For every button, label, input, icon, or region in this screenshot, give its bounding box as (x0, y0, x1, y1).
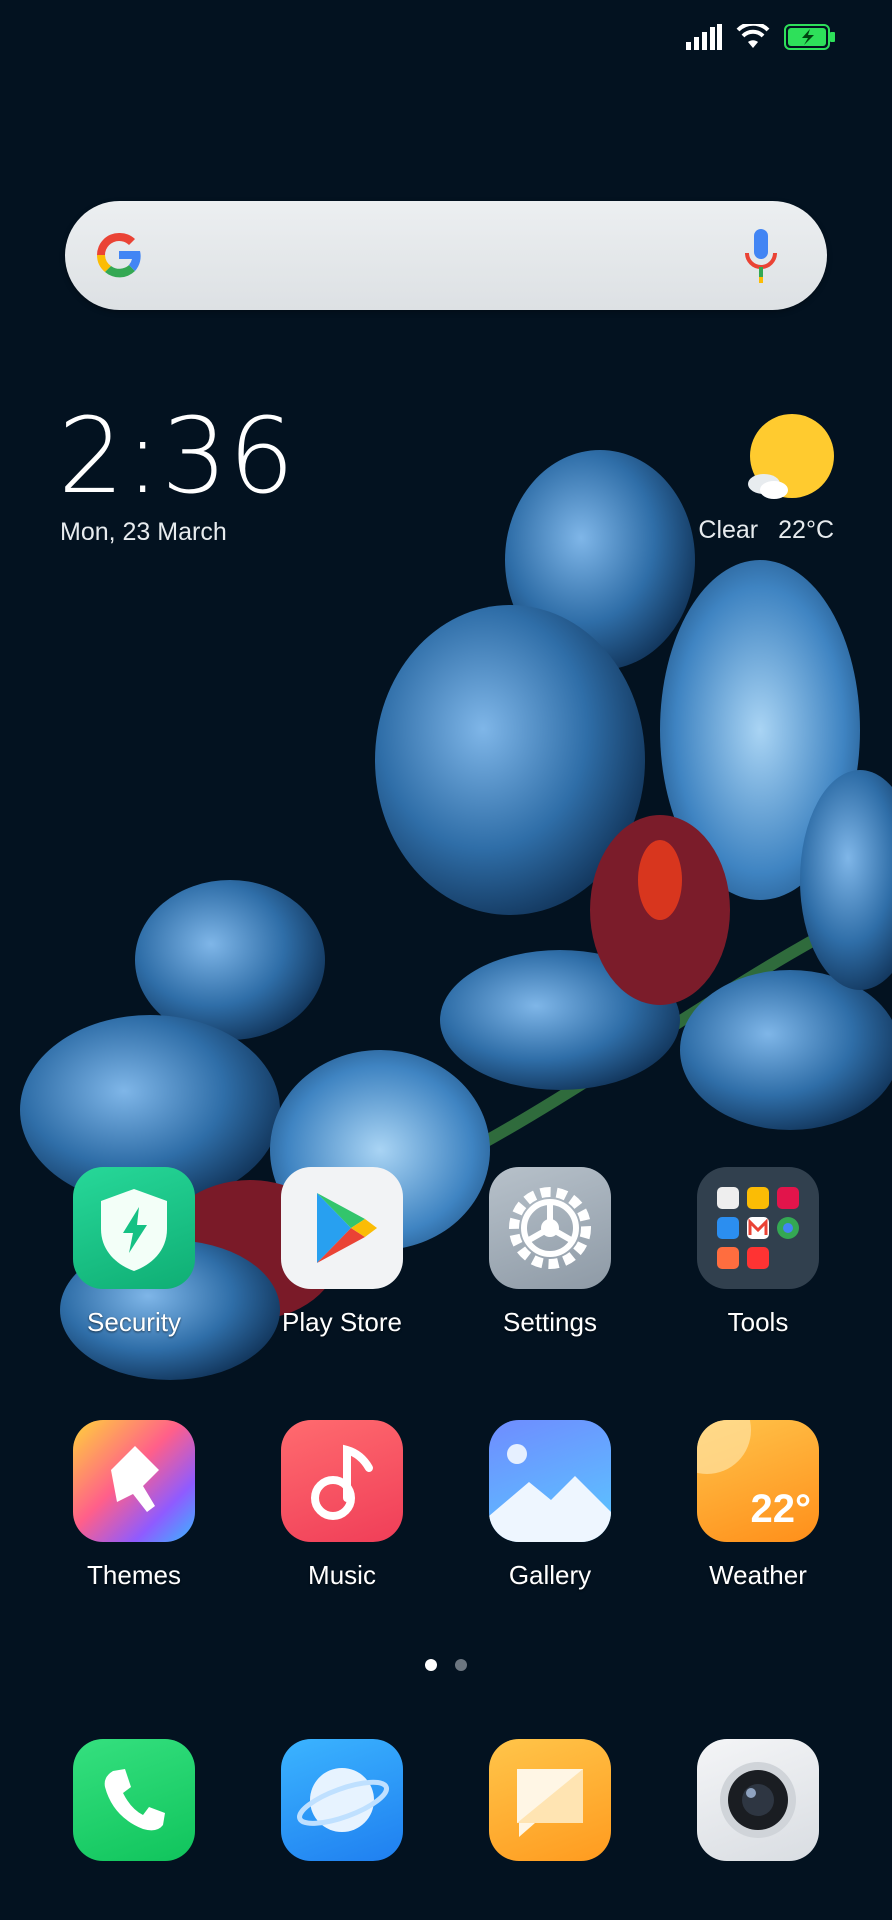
app-label: Security (87, 1307, 181, 1337)
weather-condition: Clear (698, 516, 759, 544)
app-gallery[interactable]: Gallery (460, 1420, 640, 1591)
app-security[interactable]: Security (44, 1167, 224, 1338)
google-search-bar[interactable] (65, 201, 827, 310)
app-label: Weather (709, 1560, 807, 1590)
app-weather[interactable]: 22° Weather (668, 1420, 848, 1591)
sun-cloud-icon[interactable] (740, 412, 836, 508)
music-note-icon (281, 1420, 403, 1542)
clock-time[interactable]: 2:36 (58, 404, 296, 508)
app-label: Play Store (282, 1307, 402, 1337)
app-themes[interactable]: Themes (44, 1420, 224, 1591)
page-dot[interactable] (455, 1659, 467, 1671)
status-bar (686, 24, 836, 50)
wifi-icon (736, 24, 770, 48)
dock-phone[interactable] (44, 1739, 224, 1861)
phone-icon (73, 1739, 195, 1861)
app-music[interactable]: Music (252, 1420, 432, 1591)
gear-icon (489, 1167, 611, 1289)
app-label: Settings (503, 1307, 597, 1337)
folder-icon (697, 1167, 819, 1289)
messages-icon (489, 1739, 611, 1861)
app-label: Gallery (508, 1560, 592, 1590)
app-label: Themes (87, 1560, 181, 1590)
weather-widget-text[interactable]: Clear 22°C (698, 516, 834, 545)
signal-icon (686, 24, 722, 50)
security-shield-icon (73, 1167, 195, 1289)
gallery-icon (489, 1420, 611, 1542)
weather-temperature: 22°C (778, 516, 834, 544)
page-dot-active[interactable] (425, 1659, 437, 1671)
weather-app-badge: 22° (750, 1487, 812, 1531)
app-play-store[interactable]: Play Store (252, 1167, 432, 1338)
app-label: Tools (727, 1307, 789, 1337)
dock-camera[interactable] (668, 1739, 848, 1861)
mic-icon[interactable] (743, 227, 779, 285)
brush-icon (73, 1420, 195, 1542)
camera-icon (697, 1739, 819, 1861)
app-settings[interactable]: Settings (460, 1167, 640, 1338)
play-store-icon (281, 1167, 403, 1289)
weather-icon: 22° (697, 1420, 819, 1542)
app-label: Music (308, 1560, 376, 1590)
browser-icon (281, 1739, 403, 1861)
google-icon (96, 232, 141, 278)
dock-messages[interactable] (460, 1739, 640, 1861)
page-indicator (0, 1659, 892, 1671)
dock-browser[interactable] (252, 1739, 432, 1861)
app-tools-folder[interactable]: Tools (668, 1167, 848, 1338)
clock-date[interactable]: Mon, 23 March (60, 518, 227, 547)
battery-charging-icon (784, 24, 835, 50)
